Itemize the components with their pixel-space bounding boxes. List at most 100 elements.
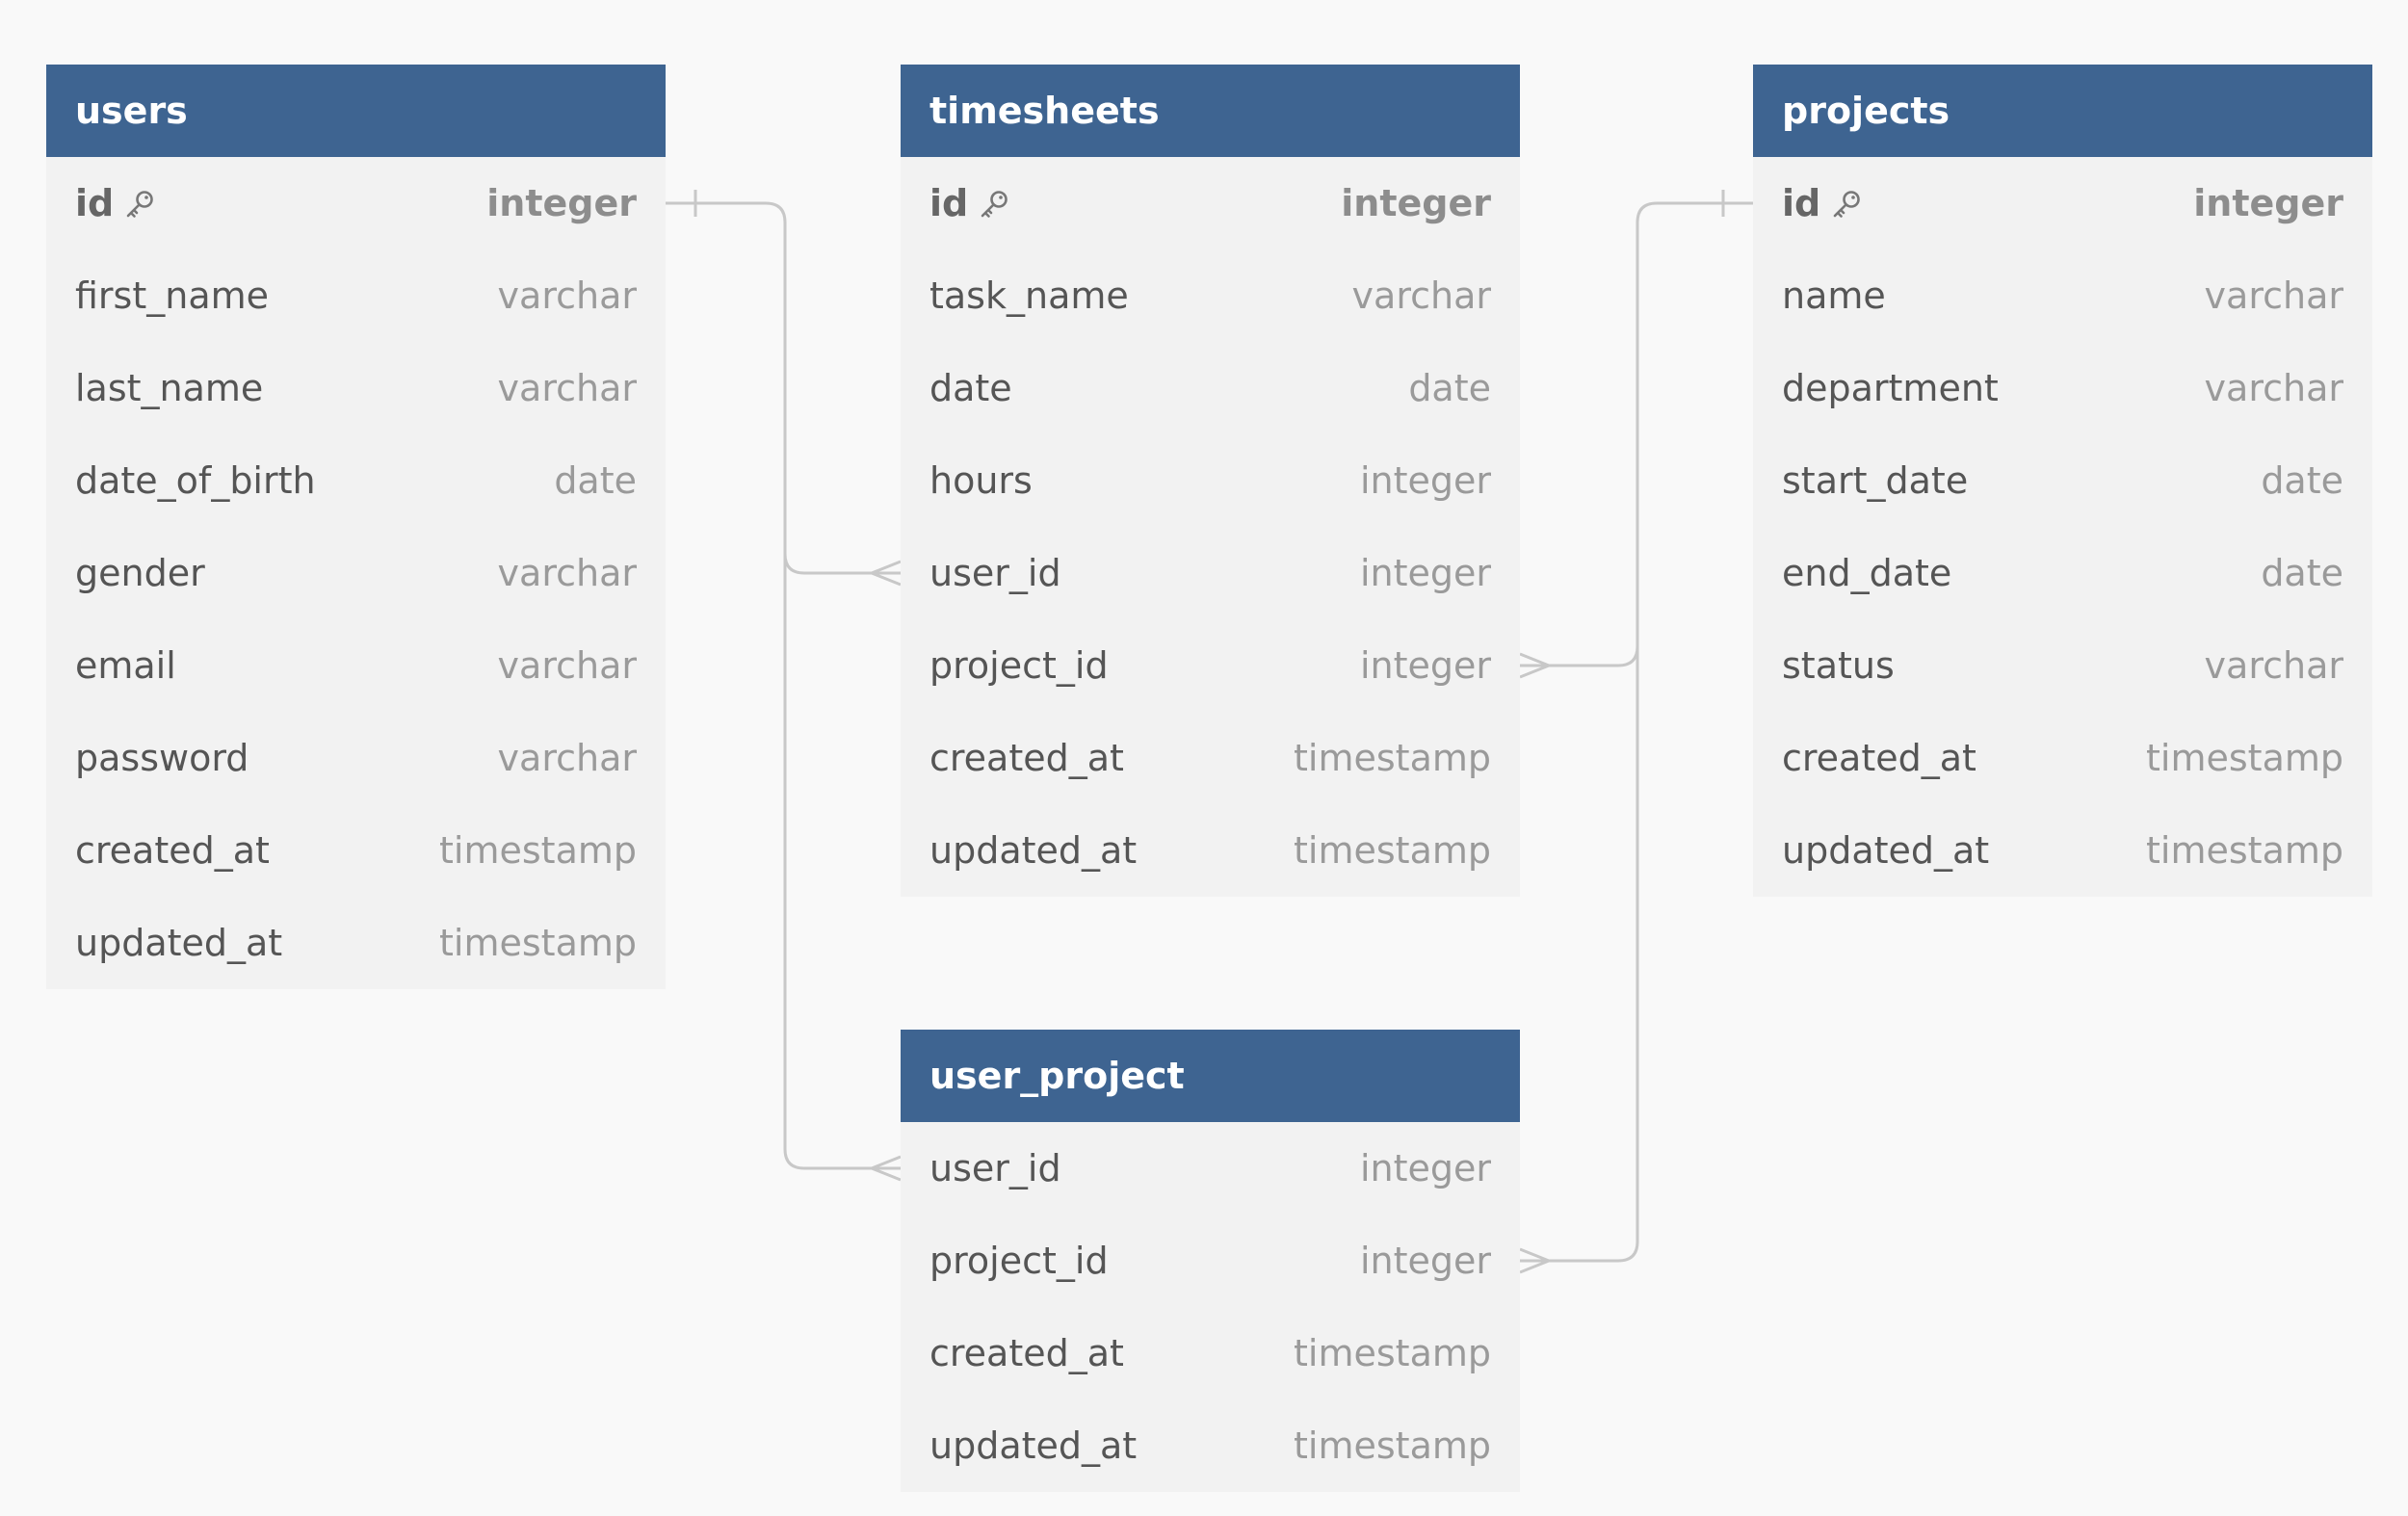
field-row-users-updated-at[interactable]: updated_at timestamp [46,897,666,989]
field-type: date [554,459,637,502]
field-row-users-gender[interactable]: gender varchar [46,527,666,619]
key-icon [1830,187,1863,220]
table-projects[interactable]: projects id integer name varchar department v… [1753,65,2372,897]
connector-projects-user-project [1520,646,1639,1263]
field-row-users-created-at[interactable]: created_at timestamp [46,804,666,897]
field-name-text: email [75,644,176,687]
field-name: created_at [75,829,439,872]
field-name: start_date [1782,459,2261,502]
field-row-projects-created-at[interactable]: created_at timestamp [1753,712,2372,804]
table-user-project[interactable]: user_project user_id integer project_id int… [901,1030,1520,1492]
field-row-timesheets-user-id[interactable]: user_id integer [901,527,1520,619]
field-row-timesheets-task-name[interactable]: task_name varchar [901,249,1520,342]
table-header-projects[interactable]: projects [1753,65,2372,157]
table-users[interactable]: users id integer first_name varchar last_nam… [46,65,666,989]
field-name: user_id [929,1147,1360,1189]
field-name-text: id [929,182,969,224]
field-name-text: project_id [929,644,1109,687]
field-row-users-last-name[interactable]: last_name varchar [46,342,666,434]
field-name: password [75,737,498,779]
field-name-text: id [75,182,115,224]
key-icon [978,187,1010,220]
field-row-timesheets-project-id[interactable]: project_id integer [901,619,1520,712]
field-name-text: status [1782,644,1895,687]
field-list-users: id integer first_name varchar last_name varch… [46,157,666,989]
field-type: timestamp [1294,737,1491,779]
field-row-projects-start-date[interactable]: start_date date [1753,434,2372,527]
field-name-text: user_id [929,1147,1061,1189]
field-type: timestamp [439,829,637,872]
field-name: updated_at [1782,829,2146,872]
connector-projects-timesheets [1520,201,1753,667]
field-name: last_name [75,367,498,409]
field-type: varchar [497,737,637,779]
field-row-user-project-updated-at[interactable]: updated_at timestamp [901,1399,1520,1492]
field-row-timesheets-updated-at[interactable]: updated_at timestamp [901,804,1520,897]
table-header-users[interactable]: users [46,65,666,157]
table-header-user-project[interactable]: user_project [901,1030,1520,1122]
field-type: integer [1359,552,1491,594]
field-name-text: first_name [75,274,270,317]
field-type: varchar [497,367,637,409]
field-name-text: date_of_birth [75,459,316,502]
field-type: date [2261,552,2343,594]
field-name: updated_at [929,829,1294,872]
field-row-projects-status[interactable]: status varchar [1753,619,2372,712]
field-name: name [1782,274,2205,317]
field-row-users-first-name[interactable]: first_name varchar [46,249,666,342]
field-name: project_id [929,644,1360,687]
field-name: updated_at [75,922,439,964]
field-type: varchar [2204,367,2343,409]
field-name-text: updated_at [929,1425,1138,1467]
connector-users-timesheets [666,201,901,575]
field-name: project_id [929,1240,1360,1282]
field-row-users-email[interactable]: email varchar [46,619,666,712]
many-marker [1519,652,1554,679]
field-list-projects: id integer name varchar department varchar sta… [1753,157,2372,897]
field-type: varchar [497,644,637,687]
field-name: email [75,644,498,687]
field-row-projects-updated-at[interactable]: updated_at timestamp [1753,804,2372,897]
field-row-user-project-project-id[interactable]: project_id integer [901,1215,1520,1307]
field-name-text: task_name [929,274,1129,317]
field-name: department [1782,367,2205,409]
field-row-timesheets-date[interactable]: date date [901,342,1520,434]
field-name-text: created_at [75,829,270,872]
field-type: timestamp [1294,1425,1491,1467]
field-type: integer [1359,644,1491,687]
table-header-timesheets[interactable]: timesheets [901,65,1520,157]
field-type: integer [2193,182,2343,224]
field-type: varchar [497,552,637,594]
field-type: timestamp [1294,1332,1491,1374]
field-name: date_of_birth [75,459,554,502]
field-row-user-project-created-at[interactable]: created_at timestamp [901,1307,1520,1399]
field-row-users-date-of-birth[interactable]: date_of_birth date [46,434,666,527]
field-name-text: department [1782,367,1999,409]
field-name-text: updated_at [75,922,283,964]
er-diagram-canvas: users id integer first_name varchar last_nam… [0,0,2408,1516]
field-type: integer [1341,182,1491,224]
field-name-text: created_at [929,1332,1124,1374]
field-name: date [929,367,1408,409]
field-type: varchar [497,274,637,317]
field-row-timesheets-created-at[interactable]: created_at timestamp [901,712,1520,804]
field-row-timesheets-id[interactable]: id integer [901,157,1520,249]
field-name: gender [75,552,498,594]
field-row-projects-end-date[interactable]: end_date date [1753,527,2372,619]
field-row-timesheets-hours[interactable]: hours integer [901,434,1520,527]
field-row-projects-id[interactable]: id integer [1753,157,2372,249]
field-row-users-id[interactable]: id integer [46,157,666,249]
field-row-users-password[interactable]: password varchar [46,712,666,804]
many-marker [867,1155,902,1182]
key-icon [123,187,156,220]
table-timesheets[interactable]: timesheets id integer task_name varchar date… [901,65,1520,897]
field-type: date [1408,367,1491,409]
field-name: user_id [929,552,1360,594]
field-name-text: updated_at [929,829,1138,872]
field-name: created_at [929,737,1294,779]
field-row-user-project-user-id[interactable]: user_id integer [901,1122,1520,1215]
field-type: integer [486,182,637,224]
field-type: timestamp [2146,829,2343,872]
field-row-projects-name[interactable]: name varchar [1753,249,2372,342]
field-row-projects-department[interactable]: department varchar [1753,342,2372,434]
